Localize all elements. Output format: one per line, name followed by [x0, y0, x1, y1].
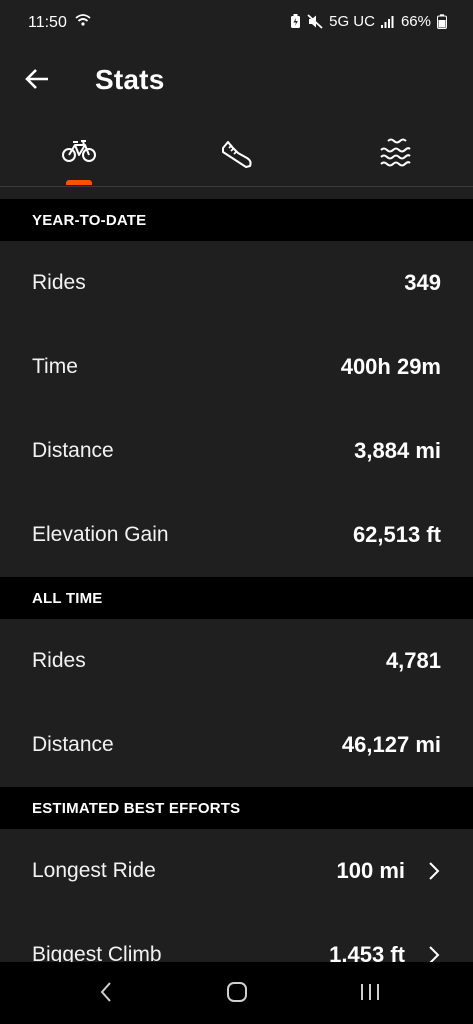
bike-icon	[61, 138, 96, 169]
water-icon	[378, 138, 412, 173]
system-back-button[interactable]	[86, 980, 126, 1008]
back-nav-icon	[99, 981, 113, 1008]
stat-label: Distance	[32, 439, 114, 462]
stat-row-ytd-distance: Distance 3,884 mi	[0, 409, 473, 493]
stat-row-ytd-time: Time 400h 29m	[0, 325, 473, 409]
tab-ride[interactable]	[0, 118, 157, 186]
stat-value: 46,127 mi	[341, 732, 441, 757]
stat-value: 400h 29m	[340, 354, 441, 379]
stat-row-ytd-elevation: Elevation Gain 62,513 ft	[0, 493, 473, 577]
section-title: ALL TIME	[32, 589, 103, 607]
stats-list[interactable]: YEAR-TO-DATE Rides 349 Time 400h 29m Dis…	[0, 187, 473, 962]
stat-row-all-time-distance: Distance 46,127 mi	[0, 703, 473, 787]
system-recents-button[interactable]	[350, 980, 390, 1008]
stat-value: 3,884 mi	[354, 438, 441, 463]
stat-label: Distance	[32, 733, 114, 756]
home-nav-icon	[226, 981, 248, 1008]
battery-saver-icon	[290, 14, 301, 29]
shoe-icon	[220, 138, 254, 175]
stat-row-ytd-rides: Rides 349	[0, 241, 473, 325]
stat-row-longest-ride[interactable]: Longest Ride 100 mi	[0, 829, 473, 913]
stat-value: 1,453 ft	[329, 942, 405, 962]
stat-value: 62,513 ft	[352, 522, 441, 547]
stat-value: 349	[404, 270, 441, 295]
battery-percent: 66%	[400, 13, 431, 30]
recents-nav-icon	[359, 982, 381, 1007]
stat-label: Rides	[32, 271, 86, 294]
system-home-button[interactable]	[217, 980, 257, 1008]
chevron-right-icon	[428, 861, 440, 886]
stat-value: 4,781	[385, 648, 441, 673]
section-title: ESTIMATED BEST EFFORTS	[32, 799, 241, 817]
arrow-left-icon	[24, 68, 50, 95]
selected-tab-indicator	[66, 180, 92, 185]
stat-label: Elevation Gain	[32, 523, 169, 546]
stat-label: Time	[32, 355, 78, 378]
section-title: YEAR-TO-DATE	[32, 211, 147, 229]
back-button[interactable]	[22, 66, 52, 96]
mute-icon	[307, 14, 323, 29]
page-title: Stats	[95, 64, 165, 95]
stat-row-all-time-rides: Rides 4,781	[0, 619, 473, 703]
stat-row-biggest-climb[interactable]: Biggest Climb 1,453 ft	[0, 913, 473, 962]
section-header-best-efforts: ESTIMATED BEST EFFORTS	[0, 787, 473, 829]
network-type: 5G UC	[329, 13, 375, 30]
status-time: 11:50	[28, 14, 67, 31]
sport-tabs	[0, 118, 473, 187]
stat-label: Rides	[32, 649, 86, 672]
tab-swim[interactable]	[316, 118, 473, 186]
section-header-ytd: YEAR-TO-DATE	[0, 199, 473, 241]
stat-label: Biggest Climb	[32, 943, 162, 962]
stat-value: 100 mi	[336, 858, 406, 883]
section-header-all-time: ALL TIME	[0, 577, 473, 619]
signal-icon	[380, 15, 395, 28]
stat-label: Longest Ride	[32, 859, 156, 882]
app-header: Stats	[0, 48, 473, 118]
battery-icon	[437, 14, 447, 29]
system-nav-bar	[0, 962, 473, 1024]
tab-run[interactable]	[158, 118, 315, 186]
status-bar: 11:50 5G UC 66%	[0, 0, 473, 48]
wifi-calling-icon	[74, 12, 92, 33]
chevron-right-icon	[428, 945, 440, 962]
status-icons: 5G UC 66%	[290, 13, 447, 30]
